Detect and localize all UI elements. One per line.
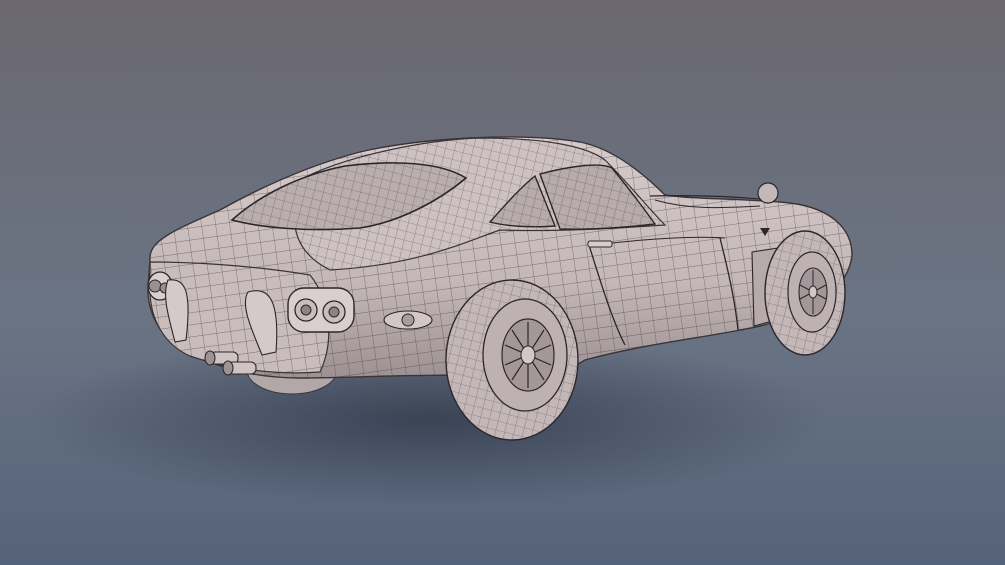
side-marker-light: [383, 310, 433, 330]
taillight-right: [287, 287, 355, 333]
door-handle: [587, 240, 613, 248]
rear-near-wheel: [445, 279, 579, 441]
render-viewport: [0, 0, 1005, 565]
side-mirror: [757, 182, 779, 204]
car-render: [0, 0, 1005, 565]
front-near-wheel: [764, 230, 846, 356]
